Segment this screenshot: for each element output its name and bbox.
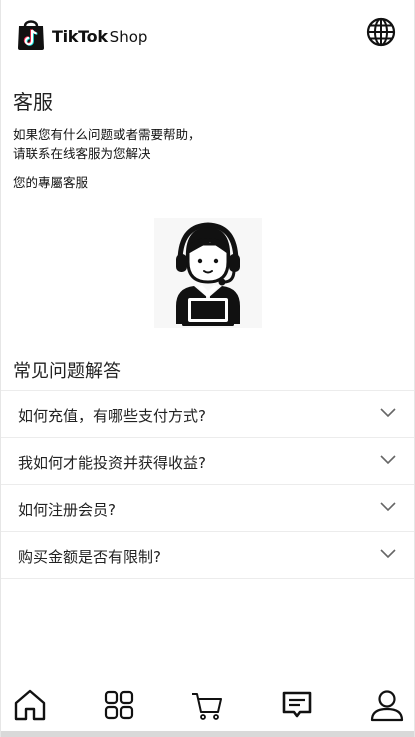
faq-question: 如何充值，有哪些支付方式? [18, 407, 206, 425]
message-icon [282, 691, 312, 718]
faq-item-invest[interactable]: 我如何才能投资并获得收益? [1, 437, 414, 484]
bottom-bar [1, 731, 414, 737]
faq-item-register[interactable]: 如何注册会员? [1, 484, 414, 531]
nav-profile[interactable] [369, 687, 405, 723]
globe-icon[interactable] [366, 17, 396, 47]
nav-messages[interactable] [279, 687, 315, 723]
service-description-line-1: 如果您有什么问题或者需要帮助， [13, 127, 201, 142]
app-header: TikTok Shop [1, 0, 414, 68]
service-description: 如果您有什么问题或者需要帮助， 请联系在线客服为您解决 [13, 125, 201, 163]
chevron-down-icon [380, 408, 396, 418]
service-title: 客服 [13, 90, 53, 114]
service-description-line-2: 请联系在线客服为您解决 [13, 146, 151, 161]
cart-icon [192, 693, 222, 720]
chevron-down-icon [380, 502, 396, 512]
home-icon [14, 689, 46, 721]
user-icon [370, 690, 404, 722]
bottom-nav [1, 676, 414, 731]
nav-home[interactable] [12, 687, 48, 723]
faq-title: 常见问题解答 [13, 361, 121, 382]
faq-question: 购买金额是否有限制? [18, 548, 161, 566]
chevron-down-icon [380, 549, 396, 559]
faq-question: 我如何才能投资并获得收益? [18, 454, 206, 472]
brand-suffix: Shop [109, 27, 148, 46]
nav-cart[interactable] [189, 687, 225, 723]
faq-item-recharge[interactable]: 如何充值，有哪些支付方式? [1, 390, 414, 437]
faq-question: 如何注册会员? [18, 501, 116, 519]
chevron-down-icon [380, 455, 396, 465]
brand-name: TikTok [52, 26, 108, 46]
nav-categories[interactable] [101, 687, 137, 723]
customer-service-agent-button[interactable] [154, 218, 262, 328]
logo-text: TikTok Shop [52, 27, 147, 46]
tiktok-shop-logo[interactable]: TikTok Shop [16, 16, 147, 52]
dedicated-service-label: 您的專屬客服 [13, 175, 89, 190]
tiktok-shop-bag-icon [18, 20, 44, 50]
grid-icon [104, 690, 134, 720]
faq-list: 如何充值，有哪些支付方式? 我如何才能投资并获得收益? 如何注册会员? 购买金额… [1, 390, 414, 579]
faq-item-purchase-limit[interactable]: 购买金额是否有限制? [1, 531, 414, 579]
customer-service-agent-icon [176, 222, 240, 326]
